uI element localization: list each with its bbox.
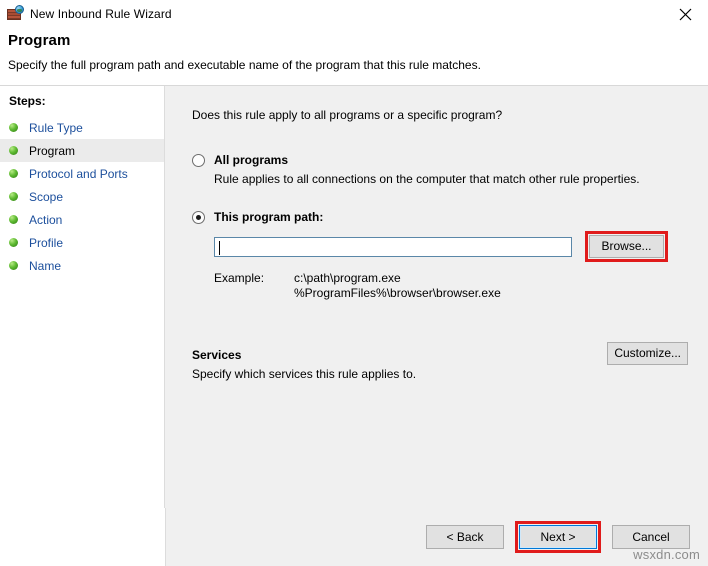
example-value: %ProgramFiles%\browser\browser.exe bbox=[294, 286, 501, 301]
step-bullet-icon bbox=[9, 192, 18, 201]
example-label: Example: bbox=[214, 271, 294, 301]
wizard-body: Steps: Rule Type Program Protocol and Po… bbox=[0, 86, 708, 566]
main-pane: Does this rule apply to all programs or … bbox=[165, 86, 708, 566]
page-header: Program Specify the full program path an… bbox=[0, 28, 708, 86]
step-bullet-icon bbox=[9, 215, 18, 224]
step-bullet-icon bbox=[9, 169, 18, 178]
sidebar-item-label: Rule Type bbox=[29, 121, 83, 135]
sidebar-item-label: Scope bbox=[29, 190, 63, 204]
title-bar: New Inbound Rule Wizard bbox=[0, 0, 708, 28]
steps-label: Steps: bbox=[0, 90, 164, 116]
sidebar-item-name[interactable]: Name bbox=[0, 254, 164, 277]
program-path-input[interactable] bbox=[214, 237, 572, 257]
sidebar-item-label: Name bbox=[29, 259, 61, 273]
sidebar-item-label: Program bbox=[29, 144, 75, 158]
cancel-button[interactable]: Cancel bbox=[612, 525, 690, 549]
services-section: Services Specify which services this rul… bbox=[192, 348, 708, 381]
sidebar-item-protocol-and-ports[interactable]: Protocol and Ports bbox=[0, 162, 164, 185]
step-bullet-icon bbox=[9, 146, 18, 155]
sidebar-item-label: Profile bbox=[29, 236, 63, 250]
step-bullet-icon bbox=[9, 123, 18, 132]
sidebar-item-action[interactable]: Action bbox=[0, 208, 164, 231]
sidebar-item-program[interactable]: Program bbox=[0, 139, 164, 162]
steps-sidebar: Steps: Rule Type Program Protocol and Po… bbox=[0, 86, 165, 566]
next-button[interactable]: Next > bbox=[519, 525, 597, 549]
page-subtitle: Specify the full program path and execut… bbox=[8, 58, 708, 73]
footer-sidebar-filler bbox=[0, 508, 165, 566]
program-path-row: Browse... bbox=[214, 231, 708, 262]
step-bullet-icon bbox=[9, 238, 18, 247]
sidebar-item-label: Action bbox=[29, 213, 62, 227]
radio-this-program-path[interactable] bbox=[192, 211, 205, 224]
text-caret bbox=[219, 241, 220, 255]
option-all-programs[interactable]: All programs bbox=[192, 153, 708, 167]
services-description: Specify which services this rule applies… bbox=[192, 367, 684, 381]
sidebar-item-profile[interactable]: Profile bbox=[0, 231, 164, 254]
window-title: New Inbound Rule Wizard bbox=[30, 7, 172, 21]
footer-bar: < Back Next > Cancel wsxdn.com bbox=[165, 508, 708, 566]
next-button-highlight: Next > bbox=[515, 521, 601, 553]
sidebar-item-scope[interactable]: Scope bbox=[0, 185, 164, 208]
firewall-globe-icon bbox=[7, 6, 23, 22]
example-value: c:\path\program.exe bbox=[294, 271, 501, 286]
back-button[interactable]: < Back bbox=[426, 525, 504, 549]
radio-all-programs[interactable] bbox=[192, 154, 205, 167]
option-all-programs-description: Rule applies to all connections on the c… bbox=[214, 172, 708, 186]
sidebar-item-label: Protocol and Ports bbox=[29, 167, 128, 181]
watermark: wsxdn.com bbox=[633, 547, 700, 562]
option-all-programs-label: All programs bbox=[214, 153, 288, 167]
customize-button[interactable]: Customize... bbox=[607, 342, 688, 365]
step-bullet-icon bbox=[9, 261, 18, 270]
option-this-program-path[interactable]: This program path: bbox=[192, 210, 708, 224]
option-this-program-path-label: This program path: bbox=[214, 210, 323, 224]
page-title: Program bbox=[8, 30, 708, 52]
sidebar-item-rule-type[interactable]: Rule Type bbox=[0, 116, 164, 139]
browse-button-highlight: Browse... bbox=[585, 231, 668, 262]
example-block: Example: c:\path\program.exe %ProgramFil… bbox=[214, 271, 708, 301]
question-text: Does this rule apply to all programs or … bbox=[192, 108, 708, 122]
close-icon[interactable] bbox=[662, 0, 708, 28]
customize-button-wrap: Customize... bbox=[607, 342, 688, 365]
browse-button[interactable]: Browse... bbox=[589, 235, 664, 258]
